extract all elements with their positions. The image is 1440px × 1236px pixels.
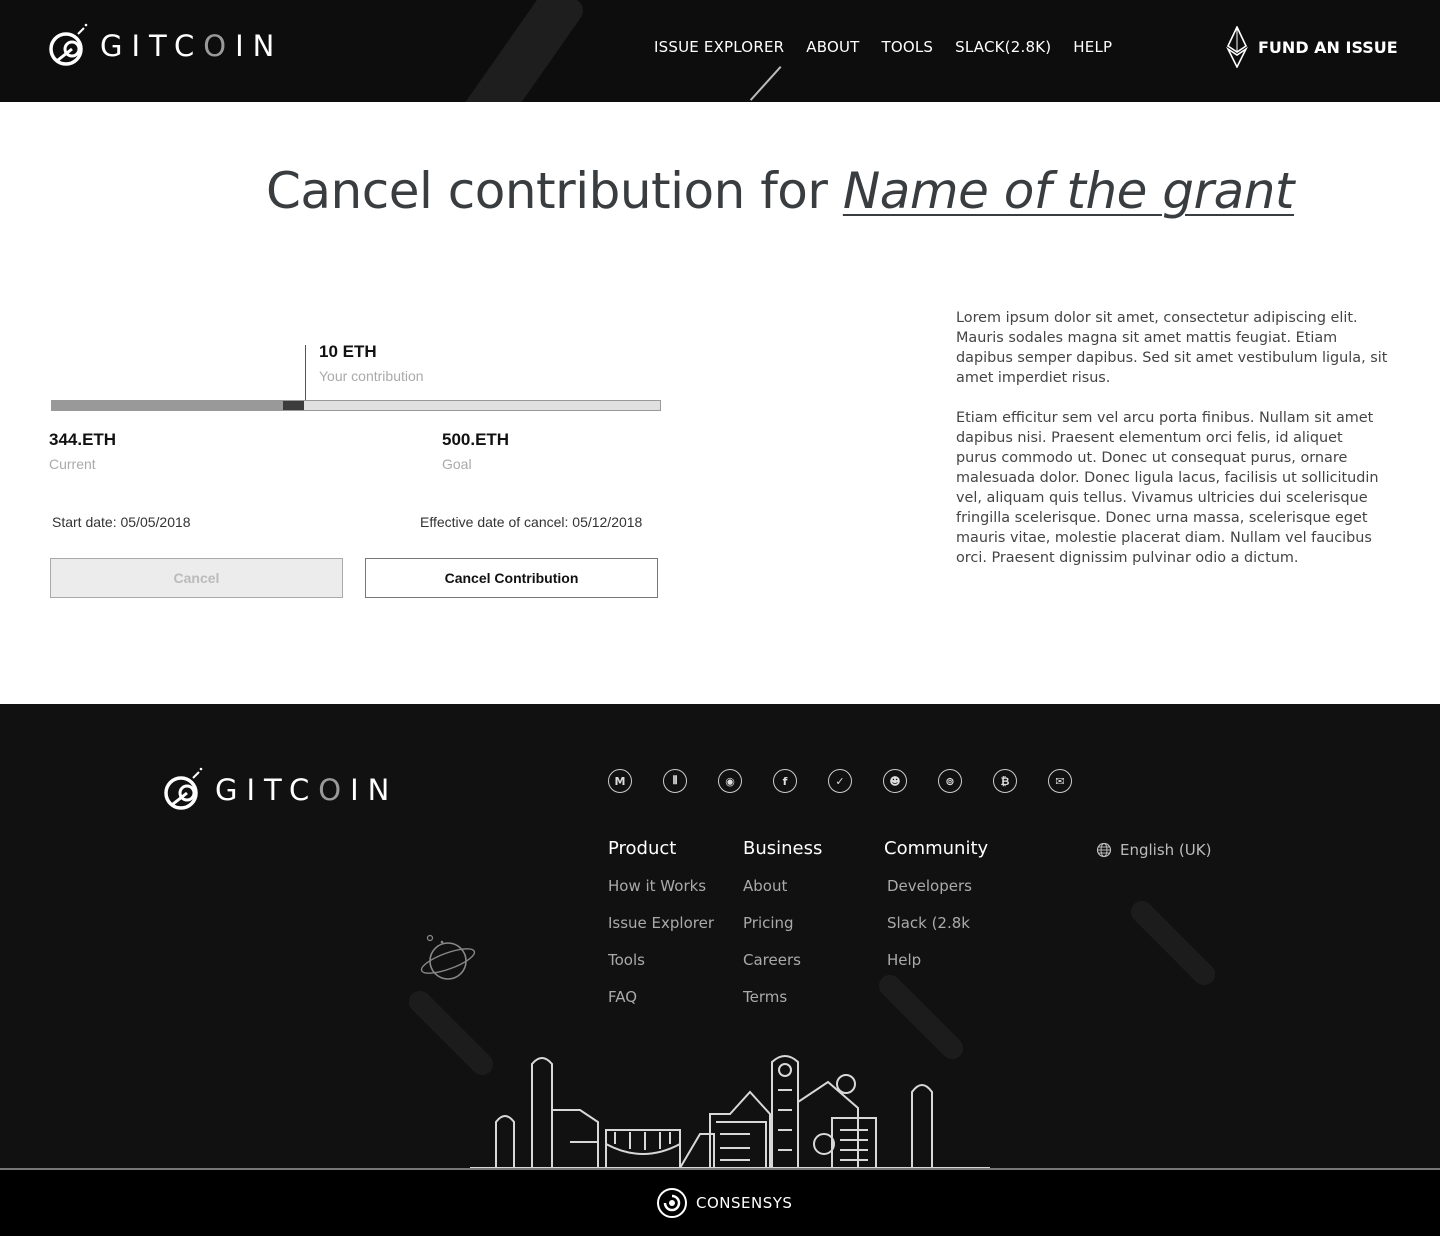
facebook-icon[interactable]: f — [773, 769, 797, 793]
grant-description: Lorem ipsum dolor sit amet, consectetur … — [956, 308, 1388, 588]
current-amount: 344.ETH — [49, 430, 117, 449]
main-nav: ISSUE EXPLORER ABOUT TOOLS SLACK(2.8K) H… — [654, 38, 1112, 56]
gitcoin-wordmark: GITCOIN — [100, 29, 284, 63]
language-label: English (UK) — [1120, 841, 1212, 859]
footer-link-faq[interactable]: FAQ — [608, 988, 714, 1025]
progress-contribution-fill — [283, 401, 305, 410]
planet-icon — [420, 934, 476, 980]
footer-link-developers[interactable]: Developers — [884, 877, 988, 914]
email-icon[interactable]: ✉ — [1048, 769, 1072, 793]
fund-an-issue-label: FUND AN ISSUE — [1258, 37, 1398, 57]
bottom-bar: CONSENSYS — [0, 1170, 1440, 1236]
medium-icon[interactable]: M — [608, 769, 632, 793]
decorative-line — [749, 66, 782, 101]
reddit-icon[interactable]: ☻ — [883, 769, 907, 793]
footer-link-careers[interactable]: Careers — [743, 951, 822, 988]
footer-link-pricing[interactable]: Pricing — [743, 914, 822, 951]
nav-issue-explorer[interactable]: ISSUE EXPLORER — [654, 38, 784, 56]
footer-link-tools[interactable]: Tools — [608, 951, 714, 988]
nav-about[interactable]: ABOUT — [806, 38, 859, 56]
page-title: Cancel contribution for Name of the gran… — [266, 162, 1295, 220]
description-paragraph: Etiam efficitur sem vel arcu porta finib… — [956, 410, 1379, 566]
footer-column-business: Business About Pricing Careers Terms — [743, 838, 822, 1025]
nav-slack[interactable]: SLACK(2.8K) — [955, 38, 1051, 56]
footer: GITCOIN M ⦀ ◉ f ✓ ☻ ⊚ ₿ ✉ Product How it Works I… — [0, 704, 1440, 1170]
footer-heading: Business — [743, 838, 823, 859]
description-paragraph: Lorem ipsum dolor sit amet, consectetur … — [956, 310, 1388, 386]
footer-link-help[interactable]: Help — [884, 951, 988, 988]
progress-current-fill — [52, 401, 284, 410]
current-label: Current — [49, 456, 96, 472]
gitcoin-logo[interactable]: GITCOIN — [48, 22, 283, 70]
footer-heading: Community — [884, 838, 989, 859]
footer-gitcoin-logo[interactable]: GITCOIN — [163, 766, 398, 814]
consensys-logo[interactable]: CONSENSYS — [656, 1187, 792, 1219]
consensys-label: CONSENSYS — [696, 1194, 793, 1212]
social-links: M ⦀ ◉ f ✓ ☻ ⊚ ₿ ✉ — [608, 769, 1072, 793]
consensys-icon — [657, 1188, 687, 1218]
nav-tools[interactable]: TOOLS — [882, 38, 934, 56]
funding-progress-bar — [51, 400, 661, 411]
fund-an-issue-button[interactable]: FUND AN ISSUE — [1226, 26, 1398, 68]
twitter-icon[interactable]: ✓ — [828, 769, 852, 793]
bitcoin-icon[interactable]: ₿ — [993, 769, 1017, 793]
footer-column-product: Product How it Works Issue Explorer Tool… — [608, 838, 714, 1025]
cancel-effective-date: Effective date of cancel: 05/12/2018 — [420, 514, 643, 530]
footer-link-terms[interactable]: Terms — [743, 988, 822, 1025]
top-navbar: GITCOIN ISSUE EXPLORER ABOUT TOOLS SLACK… — [0, 0, 1440, 102]
footer-heading: Product — [608, 838, 677, 859]
gitcoin-logo-icon — [49, 23, 88, 66]
gitcoin-logo-icon — [164, 767, 203, 810]
goal-amount: 500.ETH — [442, 430, 510, 449]
contribution-amount: 10 ETH — [319, 342, 377, 361]
globe-icon — [1096, 842, 1112, 858]
language-selector[interactable]: English (UK) — [1096, 841, 1211, 859]
discord-icon[interactable]: ⊚ — [938, 769, 962, 793]
goal-label: Goal — [442, 456, 472, 472]
footer-column-community: Community Developers Slack (2.8k Help — [884, 838, 988, 988]
nav-help[interactable]: HELP — [1073, 38, 1112, 56]
grant-name-link[interactable]: Name of the grant — [843, 162, 1295, 220]
gitter-icon[interactable]: ⦀ — [663, 769, 687, 793]
contribution-label: Your contribution — [319, 368, 424, 384]
footer-link-issue-explorer[interactable]: Issue Explorer — [608, 914, 714, 951]
city-skyline-illustration — [470, 1055, 990, 1169]
start-date: Start date: 05/05/2018 — [52, 514, 191, 530]
page-title-prefix: Cancel contribution for — [266, 162, 843, 220]
footer-link-about[interactable]: About — [743, 877, 822, 914]
gitcoin-wordmark: GITCOIN — [215, 773, 399, 807]
cancel-contribution-button[interactable]: Cancel Contribution — [365, 558, 658, 598]
github-icon[interactable]: ◉ — [718, 769, 742, 793]
footer-link-how-it-works[interactable]: How it Works — [608, 877, 714, 914]
cancel-button[interactable]: Cancel — [50, 558, 343, 598]
ethereum-icon — [1226, 26, 1248, 68]
footer-link-slack[interactable]: Slack (2.8k — [884, 914, 988, 951]
